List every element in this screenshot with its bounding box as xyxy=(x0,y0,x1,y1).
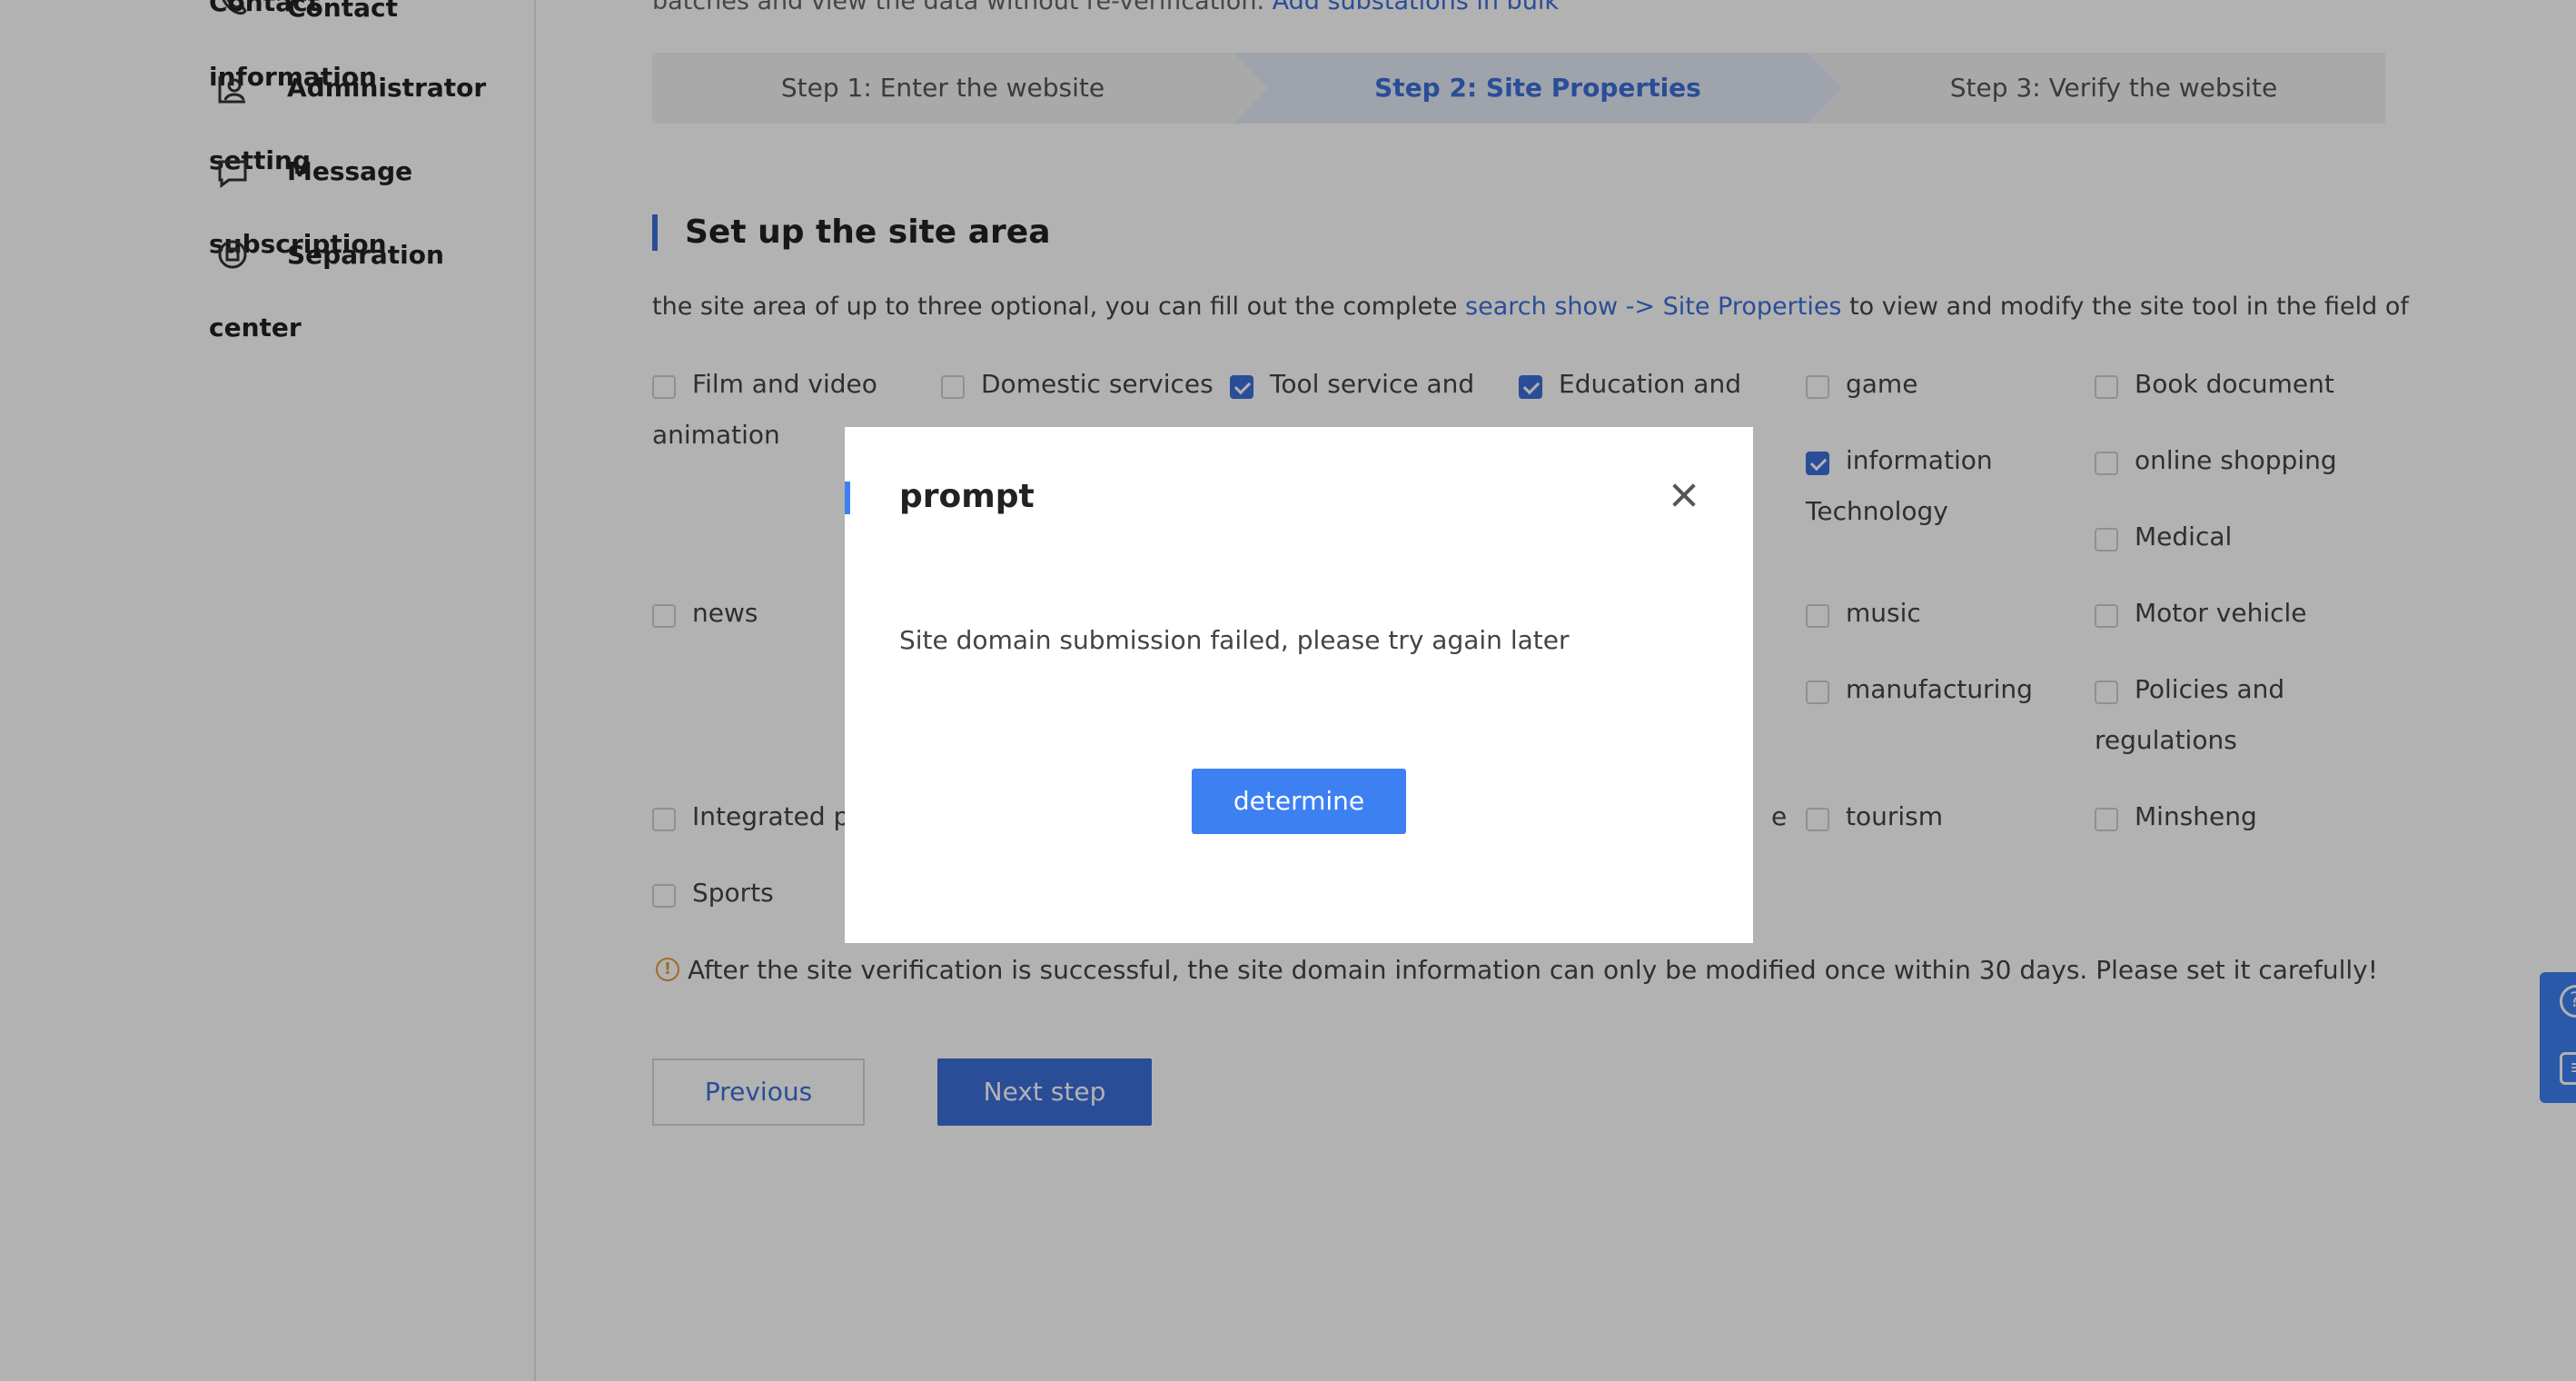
prompt-dialog: prompt Site domain submission failed, pl… xyxy=(845,427,1753,943)
modal-title-accent xyxy=(845,482,850,514)
modal-message: Site domain submission failed, please tr… xyxy=(899,625,1570,655)
close-icon[interactable] xyxy=(1662,472,1708,518)
modal-title: prompt xyxy=(899,478,1035,515)
determine-button[interactable]: determine xyxy=(1192,769,1406,834)
